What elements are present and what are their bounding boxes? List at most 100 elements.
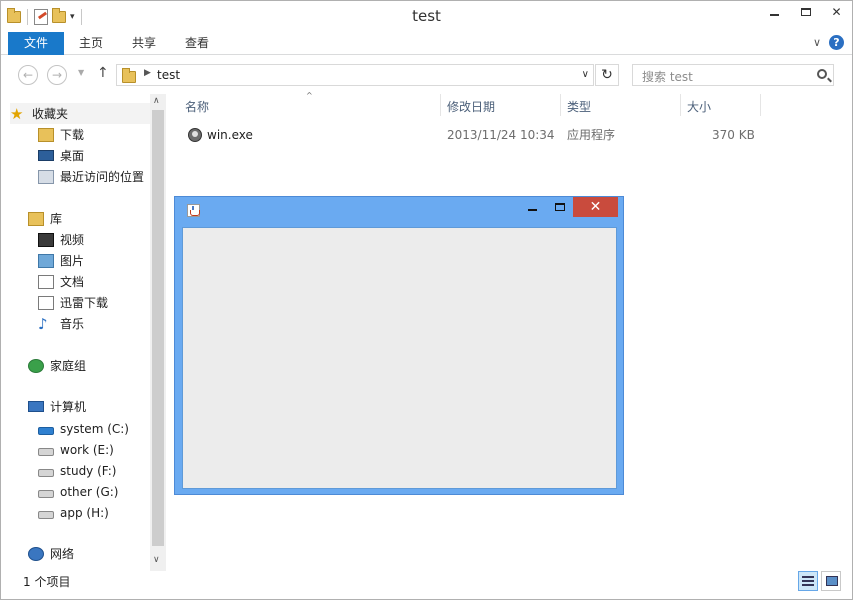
- music-icon: ♪: [38, 314, 48, 333]
- nav-label: study (F:): [60, 463, 117, 478]
- search-icon[interactable]: [817, 69, 827, 79]
- nav-label: 文档: [60, 275, 85, 289]
- column-modified[interactable]: 修改日期: [447, 96, 495, 118]
- nav-computer[interactable]: 计算机: [28, 396, 86, 417]
- homegroup-icon: [28, 358, 44, 373]
- forward-button[interactable]: →: [47, 65, 67, 85]
- nav-drive-g[interactable]: other (G:): [38, 481, 119, 502]
- breadcrumb-separator-icon[interactable]: ▶: [144, 68, 151, 78]
- nav-label: work (E:): [60, 442, 114, 457]
- drive-icon: [38, 447, 54, 456]
- nav-drive-h[interactable]: app (H:): [38, 502, 109, 523]
- item-count: 1 个项目: [23, 575, 71, 589]
- search-placeholder: 搜索 test: [642, 70, 693, 84]
- file-type: 应用程序: [567, 128, 616, 142]
- sort-ascending-icon: ^: [306, 91, 313, 100]
- column-divider[interactable]: [560, 94, 561, 116]
- title-bar: ▾ test ✕: [1, 1, 852, 32]
- tab-view[interactable]: 查看: [185, 32, 209, 55]
- nav-drive-e[interactable]: work (E:): [38, 439, 114, 460]
- nav-drive-c[interactable]: system (C:): [38, 418, 129, 439]
- nav-network[interactable]: 网络: [28, 543, 74, 564]
- nav-pane-scrollbar[interactable]: ∧ ∨: [150, 94, 166, 571]
- column-divider[interactable]: [440, 94, 441, 116]
- nav-downloads[interactable]: 下载: [38, 124, 84, 145]
- close-icon: ✕: [831, 5, 842, 19]
- file-name: win.exe: [207, 128, 253, 142]
- column-divider[interactable]: [760, 94, 761, 116]
- documents-icon: [38, 274, 54, 289]
- close-button[interactable]: ✕: [573, 197, 618, 217]
- folder-icon: [122, 68, 136, 83]
- nav-label: 图片: [60, 254, 85, 268]
- column-size[interactable]: 大小: [687, 96, 711, 118]
- nav-label: 收藏夹: [32, 107, 69, 121]
- nav-recent-places[interactable]: 最近访问的位置: [38, 166, 144, 187]
- address-bar[interactable]: ▶ test ∨: [116, 64, 594, 86]
- nav-label: 下载: [60, 128, 85, 142]
- nav-label: 迅雷下载: [60, 296, 109, 310]
- address-dropdown-icon[interactable]: ∨: [582, 69, 589, 80]
- java-content-pane: [182, 227, 617, 489]
- search-input[interactable]: 搜索 test: [632, 64, 834, 86]
- expand-ribbon-chevron-icon[interactable]: ∨: [813, 36, 821, 49]
- file-size: 370 KB: [712, 128, 755, 142]
- system-drive-icon: [38, 426, 54, 435]
- column-divider[interactable]: [680, 94, 681, 116]
- tab-file[interactable]: 文件: [8, 32, 64, 55]
- details-view-button[interactable]: [798, 571, 818, 591]
- java-icon: [187, 204, 200, 217]
- scrollbar-thumb[interactable]: [152, 110, 164, 546]
- star-icon: ★: [10, 104, 24, 123]
- maximize-icon: [800, 8, 811, 16]
- nav-desktop[interactable]: 桌面: [38, 145, 84, 166]
- tab-share[interactable]: 共享: [132, 32, 156, 55]
- up-button[interactable]: ↑: [97, 65, 109, 81]
- nav-label: 计算机: [50, 400, 87, 414]
- nav-label: 网络: [50, 547, 75, 561]
- table-row[interactable]: win.exe 2013/11/24 10:34 应用程序 370 KB: [168, 124, 852, 146]
- minimize-button[interactable]: [528, 209, 537, 211]
- recent-locations-dropdown-icon[interactable]: ▼: [78, 68, 84, 77]
- nav-music[interactable]: ♪ 音乐: [38, 313, 84, 334]
- drive-icon: [38, 510, 54, 519]
- close-icon: ✕: [589, 199, 602, 215]
- maximize-button[interactable]: [555, 203, 565, 211]
- minimize-button[interactable]: [759, 1, 790, 23]
- nav-label: 音乐: [60, 317, 85, 331]
- nav-homegroup[interactable]: 家庭组: [28, 355, 86, 376]
- column-type[interactable]: 类型: [567, 96, 591, 118]
- refresh-button[interactable]: ↻: [595, 64, 619, 86]
- back-button[interactable]: ←: [18, 65, 38, 85]
- breadcrumb-test[interactable]: test: [157, 68, 180, 82]
- nav-documents[interactable]: 文档: [38, 271, 84, 292]
- nav-drive-f[interactable]: study (F:): [38, 460, 116, 481]
- scroll-up-icon[interactable]: ∧: [153, 96, 160, 106]
- help-icon[interactable]: ?: [829, 35, 844, 50]
- nav-pictures[interactable]: 图片: [38, 250, 84, 271]
- network-icon: [28, 546, 44, 561]
- java-app-window[interactable]: ✕: [174, 196, 624, 495]
- nav-videos[interactable]: 视频: [38, 229, 84, 250]
- close-button[interactable]: ✕: [821, 1, 852, 23]
- nav-label: 桌面: [60, 149, 85, 163]
- scroll-down-icon[interactable]: ∨: [153, 555, 160, 565]
- column-name[interactable]: 名称: [185, 96, 209, 118]
- recent-places-icon: [38, 169, 54, 184]
- large-icons-view-button[interactable]: [821, 571, 841, 591]
- nav-favorites[interactable]: ★ 收藏夹: [10, 103, 150, 124]
- documents-icon: [38, 295, 54, 310]
- status-bar: 1 个项目: [1, 571, 852, 599]
- downloads-folder-icon: [38, 127, 54, 142]
- maximize-button[interactable]: [790, 1, 821, 23]
- ribbon-tabs: 文件 主页 共享 查看 ∨ ?: [1, 32, 852, 55]
- minimize-icon: [770, 14, 779, 16]
- libraries-icon: [28, 211, 44, 226]
- nav-libraries[interactable]: 库: [28, 208, 62, 229]
- ribbon-right-controls: ∨ ?: [813, 35, 844, 50]
- navigation-pane: ★ 收藏夹 下载 桌面 最近访问的位置 库 视频 图片 文档 迅雷下载 ♪ 音乐…: [1, 94, 167, 572]
- nav-label: 家庭组: [50, 359, 87, 373]
- tab-home[interactable]: 主页: [79, 32, 103, 55]
- nav-thunder-downloads[interactable]: 迅雷下载: [38, 292, 108, 313]
- nav-label: app (H:): [60, 505, 109, 520]
